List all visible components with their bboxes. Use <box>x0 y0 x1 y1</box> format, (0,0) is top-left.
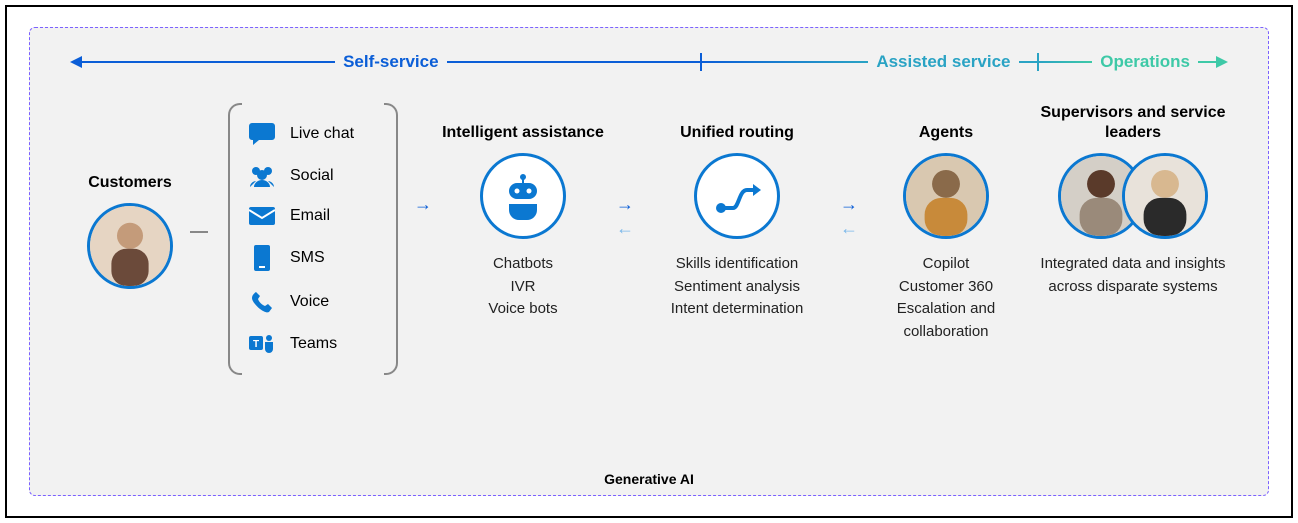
routing-icon <box>694 153 780 239</box>
arrow-left-icon <box>70 56 82 68</box>
bracket-left <box>228 103 242 375</box>
teams-icon: T <box>248 333 276 355</box>
supervisor-photos <box>1058 153 1208 239</box>
banner-self-service: Self-service <box>335 52 446 72</box>
routing-column: Unified routing Skills identification Se… <box>642 103 832 321</box>
supervisors-title: Supervisors and service leaders <box>1038 103 1228 143</box>
banner-assisted-service: Assisted service <box>868 52 1018 72</box>
channel-voice: Voice <box>228 281 398 323</box>
channel-sms: SMS <box>228 235 398 281</box>
chat-icon <box>248 123 276 145</box>
diagram-content: Customers Live chat Social Email SMS Voi… <box>70 103 1228 455</box>
email-icon <box>248 207 276 225</box>
channel-label: SMS <box>290 249 325 267</box>
bidirectional-arrow: →← <box>608 195 642 237</box>
agents-items: Copilot Customer 360 Escalation and coll… <box>866 253 1026 343</box>
footer-label: Generative AI <box>30 471 1268 487</box>
intelligent-title: Intelligent assistance <box>442 103 604 143</box>
channel-social: Social <box>228 155 398 197</box>
intelligent-items: Chatbots IVR Voice bots <box>488 253 557 321</box>
supervisor-photo-2 <box>1122 153 1208 239</box>
bot-icon <box>480 153 566 239</box>
routing-items: Skills identification Sentiment analysis… <box>671 253 804 321</box>
customers-column: Customers <box>70 153 190 303</box>
channel-live-chat: Live chat <box>228 113 398 155</box>
channel-label: Teams <box>290 335 337 353</box>
channels-column: Live chat Social Email SMS Voice T Teams <box>228 103 398 375</box>
svg-text:T: T <box>253 339 259 350</box>
social-icon <box>248 165 276 187</box>
routing-title: Unified routing <box>680 103 794 143</box>
channel-label: Voice <box>290 293 329 311</box>
channel-label: Live chat <box>290 125 354 143</box>
supervisors-column: Supervisors and service leaders Integrat… <box>1038 103 1228 298</box>
sms-icon <box>248 245 276 271</box>
agent-photo <box>903 153 989 239</box>
voice-icon <box>248 291 276 313</box>
banner-operations: Operations <box>1092 52 1198 72</box>
flow-arrow: → <box>408 195 438 213</box>
dashed-container: Self-service Assisted service Operations… <box>29 27 1269 496</box>
connector-line <box>190 231 208 233</box>
intelligent-column: Intelligent assistance Chatbots IVR Voic… <box>438 103 608 321</box>
agents-column: Agents Copilot Customer 360 Escalation a… <box>866 103 1026 343</box>
agents-title: Agents <box>919 103 973 143</box>
bidirectional-arrow: →← <box>832 195 866 237</box>
service-banner: Self-service Assisted service Operations <box>70 48 1228 76</box>
channel-label: Email <box>290 207 330 225</box>
outer-frame: Self-service Assisted service Operations… <box>5 5 1293 518</box>
arrow-right-icon <box>1216 56 1228 68</box>
channel-label: Social <box>290 167 334 185</box>
customers-title: Customers <box>88 153 172 193</box>
bracket-right <box>384 103 398 375</box>
channel-teams: T Teams <box>228 323 398 365</box>
channel-email: Email <box>228 197 398 235</box>
supervisors-desc: Integrated data and insights across disp… <box>1038 253 1228 298</box>
customer-photo <box>87 203 173 289</box>
